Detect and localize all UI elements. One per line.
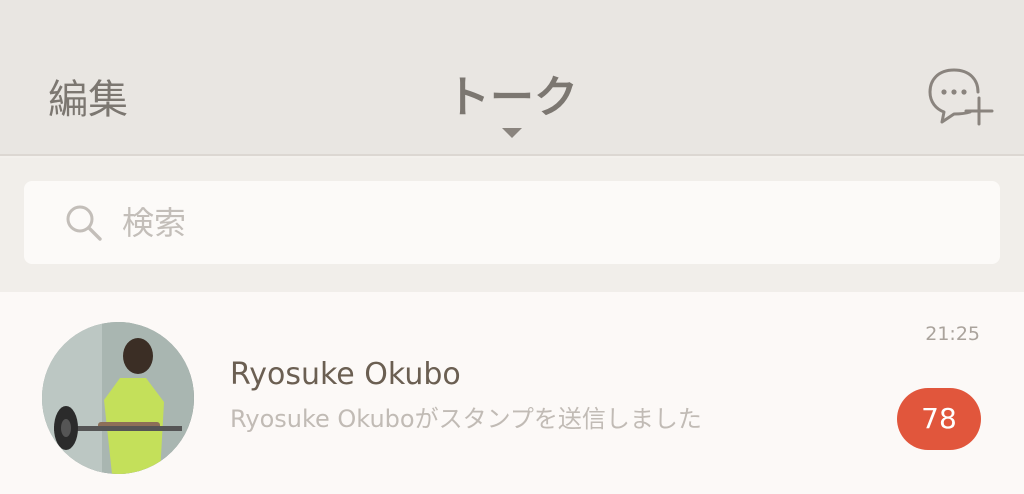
- chat-row[interactable]: Ryosuke Okubo Ryosuke Okuboがスタンプを送信しました …: [0, 292, 1024, 494]
- avatar: [42, 322, 194, 474]
- chat-timestamp: 21:25: [925, 323, 980, 345]
- page-title: トーク: [446, 72, 578, 123]
- talk-screen: 編集 トーク 検索 Ryosuke Okubo Ryosuke Okuboがスタ…: [0, 0, 1024, 494]
- chat-name: Ryosuke Okubo: [230, 357, 461, 392]
- talk-title-dropdown[interactable]: トーク: [412, 70, 612, 144]
- chat-list: Ryosuke Okubo Ryosuke Okuboがスタンプを送信しました …: [0, 292, 1024, 494]
- new-chat-button[interactable]: [924, 62, 996, 128]
- unread-badge: 78: [897, 388, 981, 450]
- search-bar[interactable]: [24, 181, 1000, 264]
- search-icon: [66, 205, 102, 241]
- new-chat-icon: [928, 68, 994, 126]
- search-input[interactable]: [122, 197, 972, 249]
- header-bar: 編集 トーク: [0, 0, 1024, 156]
- edit-button[interactable]: 編集: [48, 76, 128, 124]
- search-area: [0, 158, 1024, 292]
- avatar-photo: [42, 322, 194, 474]
- caret-down-icon: [502, 128, 522, 138]
- chat-preview: Ryosuke Okuboがスタンプを送信しました: [230, 405, 702, 433]
